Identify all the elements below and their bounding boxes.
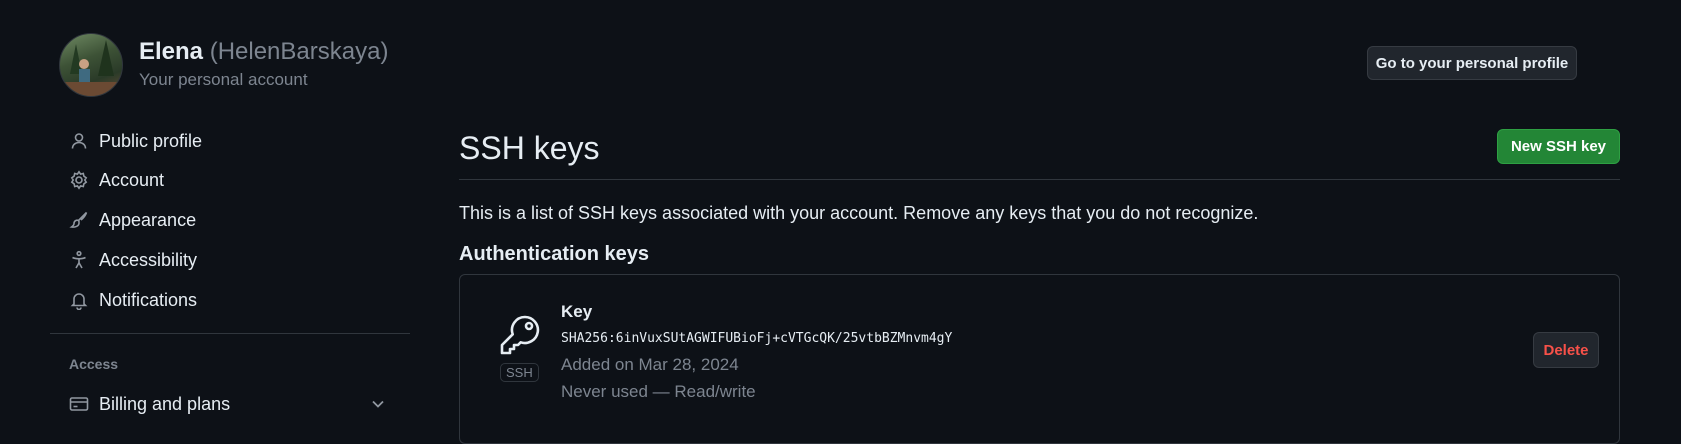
sidebar-item-label: Public profile [99,130,203,151]
page-description: This is a list of SSH keys associated wi… [459,203,1259,223]
credit-card-icon [69,394,89,414]
page-title: SSH keys [459,130,600,166]
sidebar-item-accessibility[interactable]: Accessibility [69,246,197,274]
sidebar-item-public-profile[interactable]: Public profile [69,127,202,155]
ssh-type-label: SSH [500,363,539,382]
sidebar-item-label: Account [99,169,165,190]
ssh-key-item: SSH Key SHA256:6inVuxSUtAGWIFUBioFj+cVTG… [459,274,1620,444]
avatar[interactable] [59,33,123,97]
accessibility-icon [69,250,89,270]
key-added-date: Added on Mar 28, 2024 [561,355,739,374]
key-fingerprint: SHA256:6inVuxSUtAGWIFUBioFj+cVTGcQK/25vt… [561,331,953,346]
title-divider [459,179,1620,180]
section-title: Authentication keys [459,243,650,265]
account-name: Elena (HelenBarskaya) [139,38,388,66]
key-icon [498,313,542,357]
gear-icon [69,170,89,190]
new-ssh-key-button[interactable]: New SSH key [1497,129,1620,164]
sidebar-item-billing[interactable]: Billing and plans [69,390,230,418]
sidebar-item-label: Appearance [99,209,197,230]
go-to-profile-button[interactable]: Go to your personal profile [1367,46,1577,80]
sidebar-divider [50,333,410,334]
person-icon [69,131,89,151]
key-title: Key [561,302,593,321]
paintbrush-icon [69,210,89,230]
sidebar-item-account[interactable]: Account [69,166,164,194]
sidebar-item-notifications[interactable]: Notifications [69,286,197,314]
account-subtitle: Your personal account [139,70,308,89]
sidebar-item-label: Accessibility [99,249,198,270]
key-usage: Never used — Read/write [561,382,756,401]
chevron-down-icon[interactable] [369,395,387,413]
bell-icon [69,290,89,310]
delete-key-button[interactable]: Delete [1533,332,1599,368]
sidebar-item-appearance[interactable]: Appearance [69,206,196,234]
login-name: (HelenBarskaya) [209,38,389,65]
sidebar-item-label: Notifications [99,289,198,310]
sidebar-section-heading: Access [69,356,119,372]
sidebar-item-label: Billing and plans [99,393,231,414]
display-name: Elena [139,38,204,65]
